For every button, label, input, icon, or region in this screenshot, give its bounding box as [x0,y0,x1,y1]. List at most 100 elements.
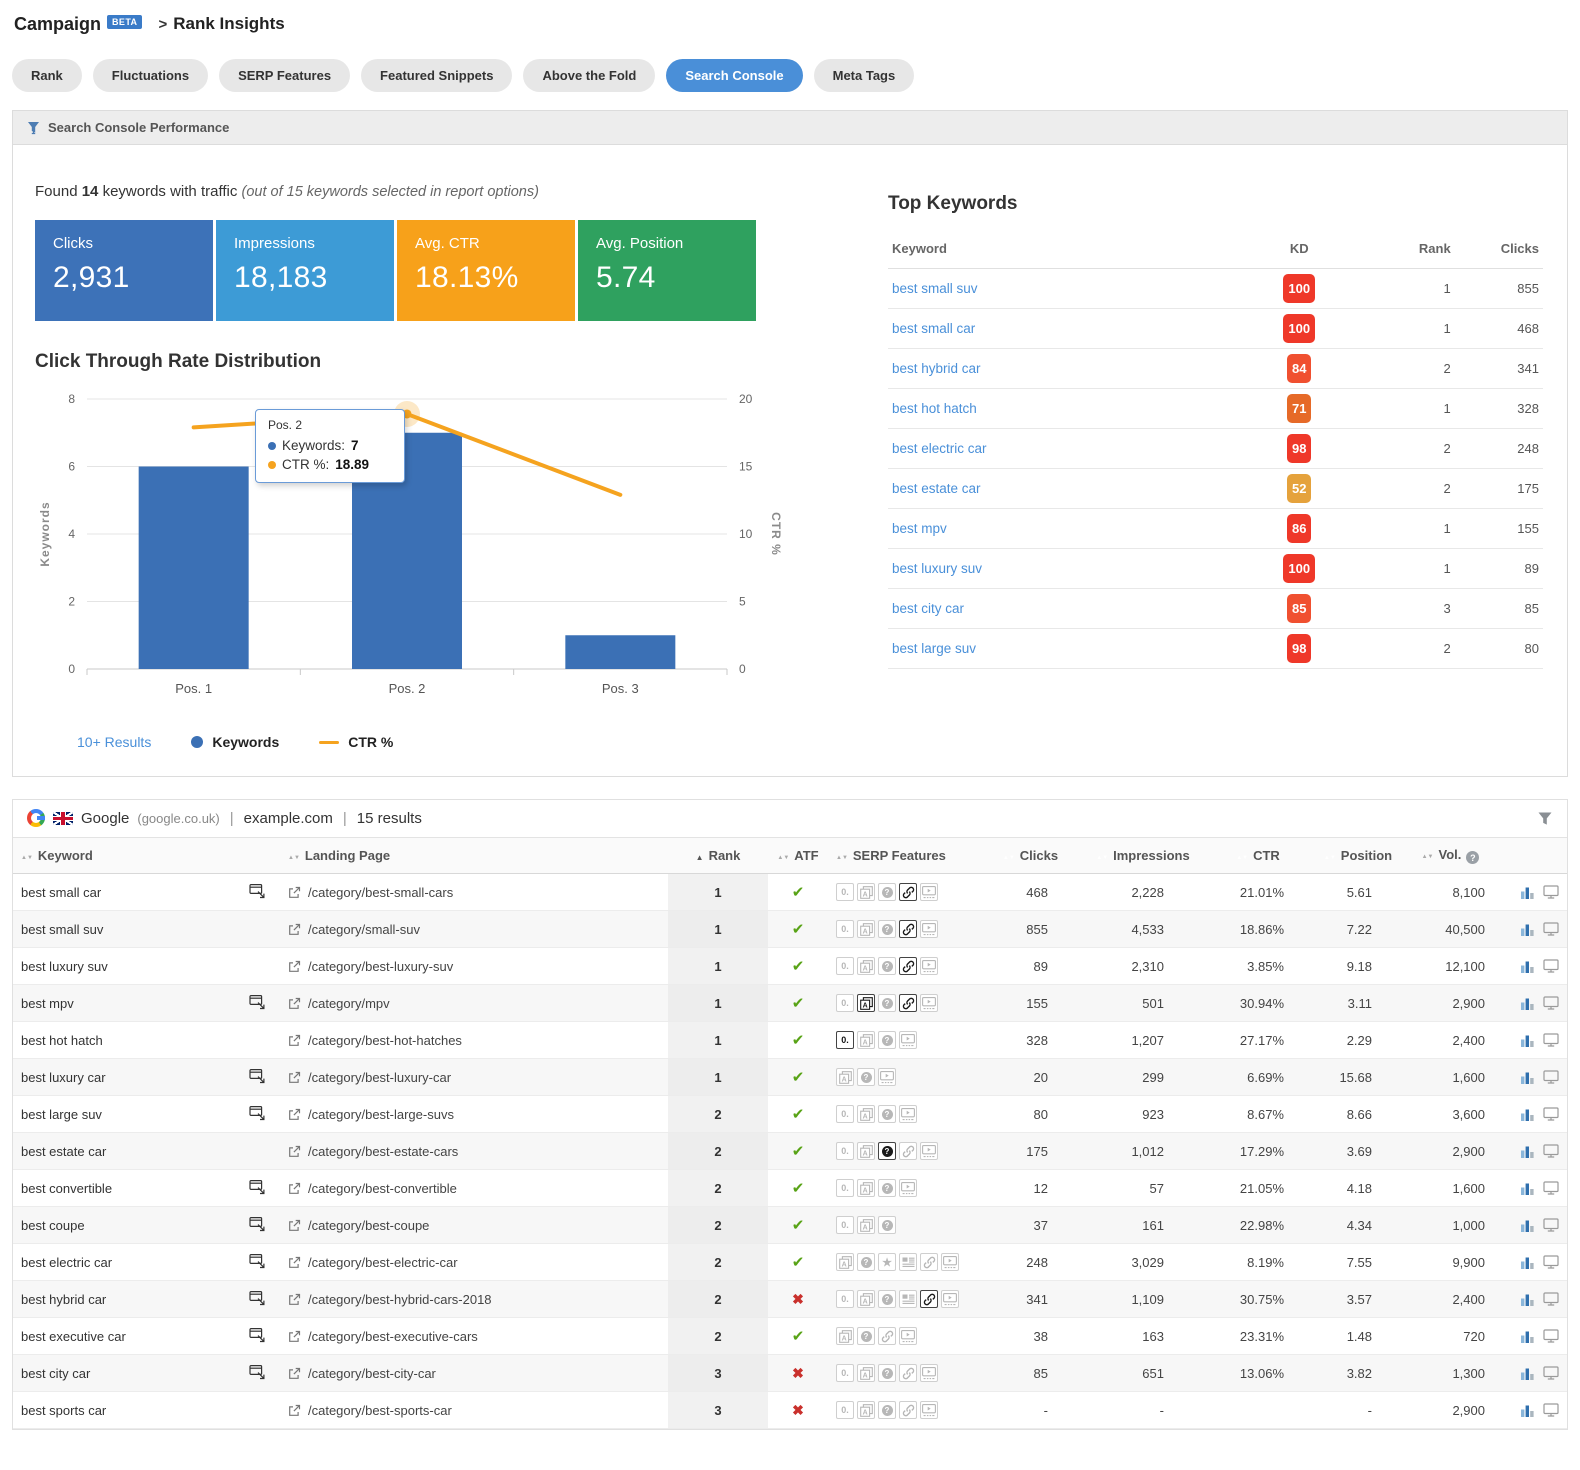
serp-snapshot-monitor-icon[interactable] [1543,1329,1559,1343]
landing-page-link[interactable]: /category/small-suv [288,922,660,937]
landing-page-link[interactable]: /category/best-hot-hatches [288,1033,660,1048]
keyword-link[interactable]: best mpv [892,521,947,536]
multiple-pages-icon[interactable] [249,994,266,1010]
keyword-cell[interactable]: best luxury suv [13,948,235,985]
multiple-pages-icon[interactable] [249,1253,266,1269]
serp-history-chart-icon[interactable] [1520,1404,1535,1417]
tab-fluctuations[interactable]: Fluctuations [93,59,208,92]
landing-page-link[interactable]: /category/best-estate-cars [288,1144,660,1159]
col-ctr[interactable]: ▲▼CTR [1208,838,1308,874]
keyword-cell[interactable]: best mpv [13,985,235,1022]
landing-page-link[interactable]: /category/best-electric-car [288,1255,660,1270]
serp-snapshot-monitor-icon[interactable] [1543,922,1559,936]
serp-snapshot-monitor-icon[interactable] [1543,1218,1559,1232]
landing-page-link[interactable]: /category/best-small-cars [288,885,660,900]
landing-page-link[interactable]: /category/best-large-suvs [288,1107,660,1122]
serp-history-chart-icon[interactable] [1520,997,1535,1010]
serp-history-chart-icon[interactable] [1520,1182,1535,1195]
serp-history-chart-icon[interactable] [1520,1034,1535,1047]
multiple-pages-icon[interactable] [249,1105,266,1121]
serp-snapshot-monitor-icon[interactable] [1543,885,1559,899]
keyword-cell[interactable]: best convertible [13,1170,235,1207]
serp-snapshot-monitor-icon[interactable] [1543,1144,1559,1158]
legend-keywords[interactable]: Keywords [191,734,279,750]
serp-history-chart-icon[interactable] [1520,1145,1535,1158]
tab-featured-snippets[interactable]: Featured Snippets [361,59,512,92]
multiple-pages-icon[interactable] [249,1179,266,1195]
multiple-pages-icon[interactable] [249,1068,266,1084]
keyword-cell[interactable]: best small suv [13,911,235,948]
keyword-link[interactable]: best estate car [892,481,981,496]
multiple-pages-icon[interactable] [249,1216,266,1232]
keyword-cell[interactable]: best large suv [13,1096,235,1133]
keyword-link[interactable]: best small car [892,321,975,336]
serp-history-chart-icon[interactable] [1520,1330,1535,1343]
serp-history-chart-icon[interactable] [1520,1071,1535,1084]
keyword-cell[interactable]: best executive car [13,1318,235,1355]
keyword-cell[interactable]: best estate car [13,1133,235,1170]
landing-page-link[interactable]: /category/best-city-car [288,1366,660,1381]
serp-snapshot-monitor-icon[interactable] [1543,1255,1559,1269]
serp-history-chart-icon[interactable] [1520,1367,1535,1380]
keyword-cell[interactable]: best sports car [13,1392,235,1429]
tab-above-the-fold[interactable]: Above the Fold [523,59,655,92]
serp-snapshot-monitor-icon[interactable] [1543,1107,1559,1121]
serp-history-chart-icon[interactable] [1520,886,1535,899]
tab-search-console[interactable]: Search Console [666,59,802,92]
serp-history-chart-icon[interactable] [1520,923,1535,936]
keyword-link[interactable]: best city car [892,601,964,616]
legend-ctr[interactable]: CTR % [319,734,393,750]
volume-help-icon[interactable]: ? [1466,851,1479,864]
serp-snapshot-monitor-icon[interactable] [1543,1181,1559,1195]
keyword-cell[interactable]: best small car [13,874,235,911]
col-position[interactable]: ▲▼Position [1308,838,1408,874]
landing-page-link[interactable]: /category/best-convertible [288,1181,660,1196]
keyword-link[interactable]: best hot hatch [892,401,977,416]
serp-snapshot-monitor-icon[interactable] [1543,1033,1559,1047]
keyword-cell[interactable]: best hybrid car [13,1281,235,1318]
col-keyword[interactable]: ▲▼Keyword [13,838,235,874]
col-impressions[interactable]: ▲▼Impressions [1078,838,1208,874]
landing-page-link[interactable]: /category/best-sports-car [288,1403,660,1418]
tab-meta-tags[interactable]: Meta Tags [814,59,915,92]
ten-plus-results-link[interactable]: 10+ Results [77,734,151,750]
multiple-pages-icon[interactable] [249,1290,266,1306]
landing-page-link[interactable]: /category/mpv [288,996,660,1011]
keyword-link[interactable]: best large suv [892,641,976,656]
col-volume[interactable]: ▲▼Vol.? [1408,838,1493,874]
serp-snapshot-monitor-icon[interactable] [1543,959,1559,973]
serp-history-chart-icon[interactable] [1520,960,1535,973]
landing-page-link[interactable]: /category/best-executive-cars [288,1329,660,1344]
keyword-cell[interactable]: best city car [13,1355,235,1392]
multiple-pages-icon[interactable] [249,1364,266,1380]
landing-page-link[interactable]: /category/best-coupe [288,1218,660,1233]
tab-serp-features[interactable]: SERP Features [219,59,350,92]
landing-page-link[interactable]: /category/best-luxury-car [288,1070,660,1085]
col-serp-features[interactable]: ▲▼SERP Features [828,838,983,874]
landing-page-link[interactable]: /category/best-luxury-suv [288,959,660,974]
col-rank[interactable]: ▲Rank [668,838,768,874]
multiple-pages-icon[interactable] [249,883,266,899]
serp-history-chart-icon[interactable] [1520,1108,1535,1121]
keyword-cell[interactable]: best hot hatch [13,1022,235,1059]
multiple-pages-icon[interactable] [249,1327,266,1343]
serp-snapshot-monitor-icon[interactable] [1543,1366,1559,1380]
keyword-cell[interactable]: best coupe [13,1207,235,1244]
serp-history-chart-icon[interactable] [1520,1256,1535,1269]
serp-history-chart-icon[interactable] [1520,1219,1535,1232]
keyword-cell[interactable]: best electric car [13,1244,235,1281]
col-landing-page[interactable]: ▲▼Landing Page [280,838,668,874]
serp-snapshot-monitor-icon[interactable] [1543,1070,1559,1084]
serp-snapshot-monitor-icon[interactable] [1543,1403,1559,1417]
keyword-link[interactable]: best luxury suv [892,561,982,576]
tab-rank[interactable]: Rank [12,59,82,92]
keyword-link[interactable]: best hybrid car [892,361,981,376]
serp-snapshot-monitor-icon[interactable] [1543,996,1559,1010]
serp-history-chart-icon[interactable] [1520,1293,1535,1306]
filter-funnel-icon[interactable] [1537,811,1553,826]
keyword-link[interactable]: best small suv [892,281,978,296]
col-atf[interactable]: ▲▼ATF [768,838,828,874]
keyword-cell[interactable]: best luxury car [13,1059,235,1096]
col-clicks[interactable]: ▲▼Clicks [983,838,1078,874]
serp-snapshot-monitor-icon[interactable] [1543,1292,1559,1306]
